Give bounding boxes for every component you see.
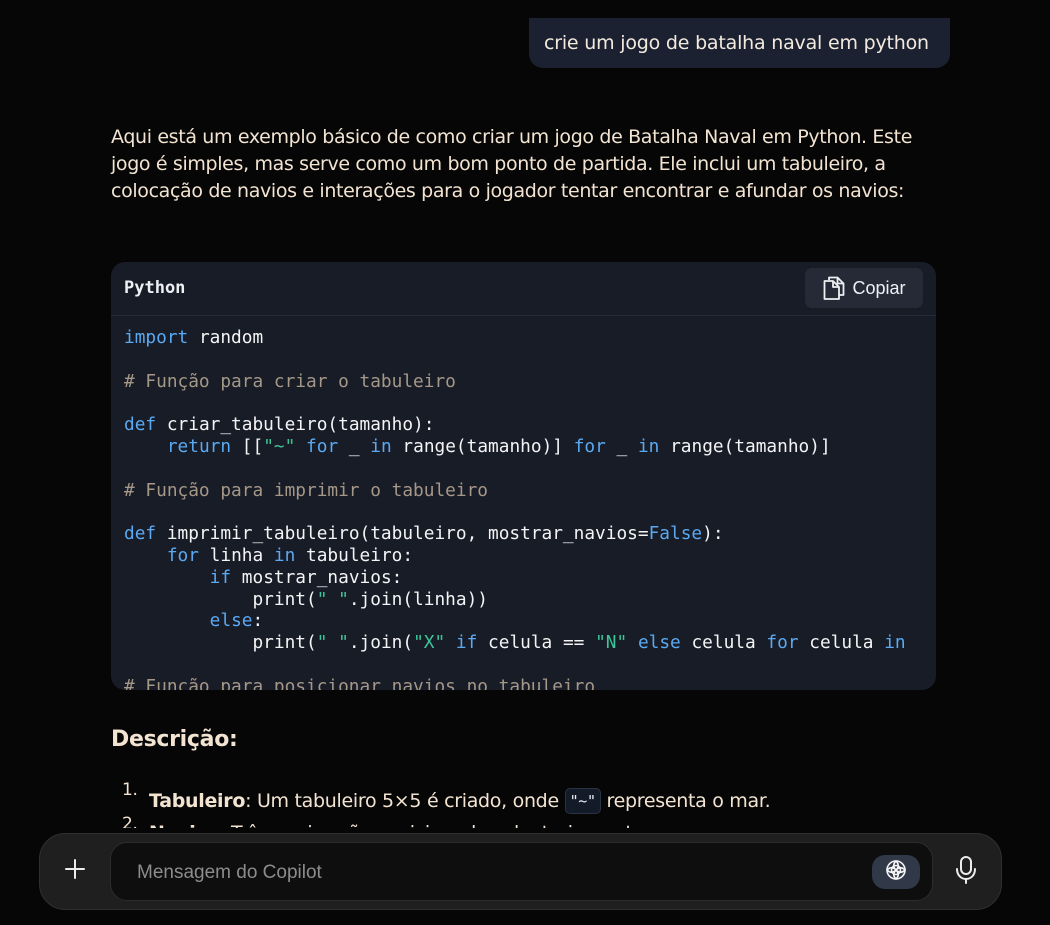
copy-icon — [822, 275, 846, 301]
list-item-term: Tabuleiro — [149, 790, 246, 812]
add-attachment-button[interactable] — [60, 856, 90, 886]
code-language-label: Python — [124, 278, 186, 298]
model-selector-button[interactable] — [872, 855, 920, 889]
code-block: Python Copiar import random # Função par… — [111, 262, 936, 690]
description-heading: Descrição: — [111, 727, 238, 752]
list-item-text: representa o mar. — [600, 790, 771, 812]
message-input-container — [110, 842, 933, 902]
user-message-bubble: crie um jogo de batalha naval em python — [529, 18, 950, 68]
message-input[interactable] — [135, 843, 839, 902]
copilot-icon — [884, 858, 908, 886]
code-block-header: Python Copiar — [111, 262, 936, 316]
message-composer — [39, 833, 1002, 910]
voice-input-button[interactable] — [951, 856, 981, 888]
code-content: import random # Função para criar o tabu… — [124, 327, 906, 690]
user-message-text: crie um jogo de batalha naval em python — [544, 32, 929, 54]
list-item-content: Tabuleiro: Um tabuleiro 5×5 é criado, on… — [149, 788, 771, 814]
list-item-text: : Um tabuleiro 5×5 é criado, onde — [245, 790, 565, 812]
assistant-intro-text: Aqui está um exemplo básico de como cria… — [111, 126, 913, 202]
copy-code-button[interactable]: Copiar — [805, 268, 923, 308]
inline-code: "~" — [564, 788, 601, 814]
plus-icon — [64, 858, 86, 884]
list-item-number: 1. — [122, 780, 138, 800]
microphone-icon — [954, 855, 978, 889]
copy-button-label: Copiar — [852, 277, 906, 298]
